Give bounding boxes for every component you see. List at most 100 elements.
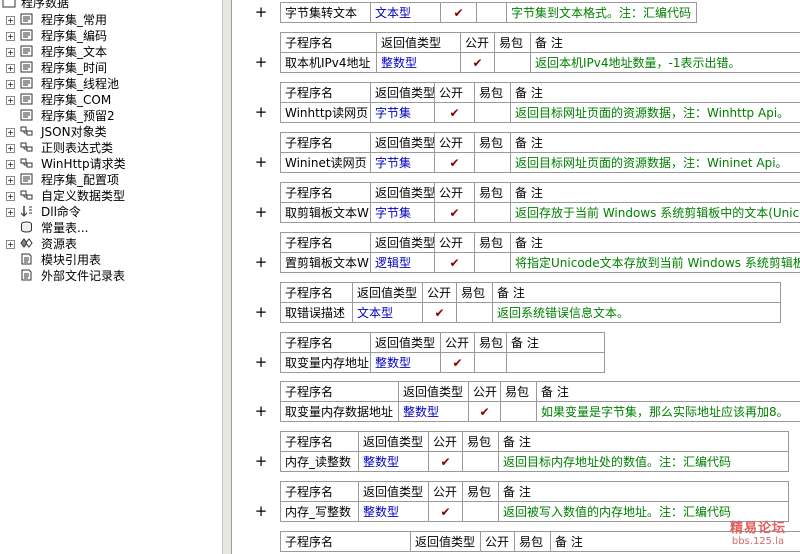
- return-type[interactable]: 整数型: [358, 451, 429, 472]
- easy-pack-cell[interactable]: [474, 252, 511, 273]
- header-return-type: 返回值类型: [370, 232, 435, 253]
- tree-expander-icon[interactable]: +: [6, 80, 15, 89]
- module-icon: [20, 61, 33, 73]
- subroutine-name[interactable]: 内存_写整数: [280, 501, 359, 522]
- return-type[interactable]: 字节集: [370, 102, 435, 123]
- return-type[interactable]: 字节集: [370, 202, 435, 223]
- expand-subroutine-icon[interactable]: +: [254, 254, 268, 270]
- expand-subroutine-icon[interactable]: +: [254, 354, 268, 370]
- return-type[interactable]: 字节集: [370, 152, 435, 173]
- subroutine-name[interactable]: 字节集转文本: [280, 2, 371, 23]
- expand-subroutine-icon[interactable]: +: [254, 104, 268, 120]
- subroutine-name[interactable]: 内存_读整数: [280, 451, 359, 472]
- subroutine-row[interactable]: 取变量内存数据地址 整数型 ✔ 如果变量是字节集，那么实际地址应该再加8。: [280, 401, 800, 422]
- tree-expander-icon[interactable]: +: [6, 208, 15, 217]
- expand-subroutine-icon[interactable]: +: [254, 453, 268, 469]
- tree-expander-icon[interactable]: +: [6, 128, 15, 137]
- public-check-cell[interactable]: ✔: [434, 152, 475, 173]
- subroutine-remark[interactable]: [506, 352, 605, 373]
- subroutine-remark[interactable]: 返回被写入数值的内存地址。注：汇编代码: [498, 501, 789, 522]
- easy-pack-cell[interactable]: [476, 2, 507, 23]
- tree-expander-icon[interactable]: +: [6, 64, 15, 73]
- easy-pack-cell[interactable]: [500, 401, 537, 422]
- expand-subroutine-icon[interactable]: +: [254, 54, 268, 70]
- subroutine-name[interactable]: 置剪辑板文本W: [280, 252, 371, 273]
- tree-expander-icon[interactable]: +: [6, 32, 15, 41]
- expand-subroutine-icon[interactable]: +: [254, 4, 268, 20]
- subroutine-row[interactable]: 取本机IPv4地址 整数型 ✔ 返回本机IPv4地址数量，-1表示出错。: [280, 52, 800, 73]
- easy-pack-cell[interactable]: [474, 202, 511, 223]
- subroutine-name[interactable]: 取剪辑板文本W: [280, 202, 371, 223]
- subroutine-row[interactable]: 内存_读整数 整数型 ✔ 返回目标内存地址处的数值。注：汇编代码: [280, 451, 789, 472]
- subroutine-remark[interactable]: 返回目标网址页面的资源数据，注：Wininet Api。: [510, 152, 800, 173]
- public-check-cell[interactable]: ✔: [460, 52, 495, 73]
- subroutine-row[interactable]: 字节集转文本 文本型 ✔ 字节集到文本格式。注：汇编代码: [280, 2, 697, 23]
- return-type[interactable]: 逻辑型: [370, 252, 435, 273]
- expand-subroutine-icon[interactable]: +: [254, 204, 268, 220]
- return-type[interactable]: 整数型: [398, 401, 469, 422]
- tree-item-label: 模块引用表: [41, 253, 102, 267]
- easy-pack-cell[interactable]: [462, 451, 499, 472]
- public-check-cell[interactable]: ✔: [434, 252, 475, 273]
- return-type[interactable]: 整数型: [370, 352, 441, 373]
- subroutine-name[interactable]: 取变量内存地址: [280, 352, 371, 373]
- subroutine-remark[interactable]: 返回目标内存地址处的数值。注：汇编代码: [498, 451, 789, 472]
- return-type[interactable]: 整数型: [376, 52, 461, 73]
- subroutine-remark[interactable]: 返回存放于当前 Windows 系统剪辑板中的文本(Unicode: [510, 202, 800, 223]
- subroutine-remark[interactable]: 如果变量是字节集，那么实际地址应该再加8。: [536, 401, 800, 422]
- check-icon: ✔: [449, 155, 460, 170]
- expand-subroutine-icon[interactable]: +: [254, 403, 268, 419]
- expand-subroutine-icon[interactable]: +: [254, 154, 268, 170]
- subroutine-row[interactable]: Winhttp读网页 字节集 ✔ 返回目标网址页面的资源数据，注：Winhttp Ap…: [280, 102, 800, 123]
- subroutine-name[interactable]: 取错误描述: [280, 302, 353, 323]
- subroutine-row[interactable]: 置剪辑板文本W 逻辑型 ✔ 将指定Unicode文本存放到当前 Windows 系统剪…: [280, 252, 800, 273]
- subroutine-name[interactable]: 取本机IPv4地址: [280, 52, 377, 73]
- module-icon: [20, 29, 33, 41]
- tree-expander-icon[interactable]: +: [6, 240, 15, 249]
- subroutine-remark[interactable]: 返回本机IPv4地址数量，-1表示出错。: [530, 52, 800, 73]
- subroutine-row[interactable]: 取剪辑板文本W 字节集 ✔ 返回存放于当前 Windows 系统剪辑板中的文本(Uni…: [280, 202, 800, 223]
- subroutine-name[interactable]: Winhttp读网页: [280, 102, 371, 123]
- easy-pack-cell[interactable]: [462, 501, 499, 522]
- tree-expander-icon[interactable]: +: [6, 160, 15, 169]
- tree-expander-icon[interactable]: +: [6, 48, 15, 57]
- dll-icon: [20, 205, 33, 217]
- subroutine-row[interactable]: Wininet读网页 字节集 ✔ 返回目标网址页面的资源数据，注：Wininet Ap…: [280, 152, 800, 173]
- return-type[interactable]: 文本型: [370, 2, 441, 23]
- expand-subroutine-icon[interactable]: +: [254, 503, 268, 519]
- subroutine-row[interactable]: 取错误描述 文本型 ✔ 返回系统错误信息文本。: [280, 302, 781, 323]
- easy-pack-cell[interactable]: [474, 102, 511, 123]
- return-type[interactable]: 整数型: [358, 501, 429, 522]
- tree-expander-icon[interactable]: +: [6, 176, 15, 185]
- subroutine-row[interactable]: 取变量内存地址 整数型 ✔: [280, 352, 605, 373]
- public-check-cell[interactable]: ✔: [440, 352, 475, 373]
- easy-pack-cell[interactable]: [474, 152, 511, 173]
- easy-pack-cell[interactable]: [494, 52, 531, 73]
- panel-splitter[interactable]: [222, 0, 232, 554]
- tree-expander-icon[interactable]: +: [6, 192, 15, 201]
- public-check-cell[interactable]: ✔: [468, 401, 501, 422]
- subroutine-name[interactable]: Wininet读网页: [280, 152, 371, 173]
- easy-pack-cell[interactable]: [474, 352, 507, 373]
- subroutine-remark[interactable]: 将指定Unicode文本存放到当前 Windows 系统剪辑板中: [510, 252, 800, 273]
- check-icon: ✔: [453, 5, 464, 20]
- public-check-cell[interactable]: ✔: [440, 2, 477, 23]
- subroutine-row[interactable]: 内存_写整数 整数型 ✔ 返回被写入数值的内存地址。注：汇编代码: [280, 501, 789, 522]
- tree-expander-icon[interactable]: +: [6, 96, 15, 105]
- return-type[interactable]: 文本型: [352, 302, 423, 323]
- header-return-type: 返回值类型: [352, 282, 423, 303]
- subroutine-remark[interactable]: 返回目标网址页面的资源数据，注：Winhttp Api。: [510, 102, 800, 123]
- subroutine-name[interactable]: 取变量内存数据地址: [280, 401, 399, 422]
- easy-pack-cell[interactable]: [456, 302, 493, 323]
- subroutine-remark[interactable]: 字节集到文本格式。注：汇编代码: [506, 2, 697, 23]
- public-check-cell[interactable]: ✔: [434, 102, 475, 123]
- public-check-cell[interactable]: ✔: [422, 302, 457, 323]
- subroutine-header-row: 子程序名 返回值类型 公开 易包备 注: [280, 381, 800, 402]
- subroutine-remark[interactable]: 返回系统错误信息文本。: [492, 302, 781, 323]
- public-check-cell[interactable]: ✔: [434, 202, 475, 223]
- expand-subroutine-icon[interactable]: +: [254, 304, 268, 320]
- tree-expander-icon[interactable]: +: [6, 16, 15, 25]
- tree-expander-icon[interactable]: +: [6, 144, 15, 153]
- public-check-cell[interactable]: ✔: [428, 451, 463, 472]
- public-check-cell[interactable]: ✔: [428, 501, 463, 522]
